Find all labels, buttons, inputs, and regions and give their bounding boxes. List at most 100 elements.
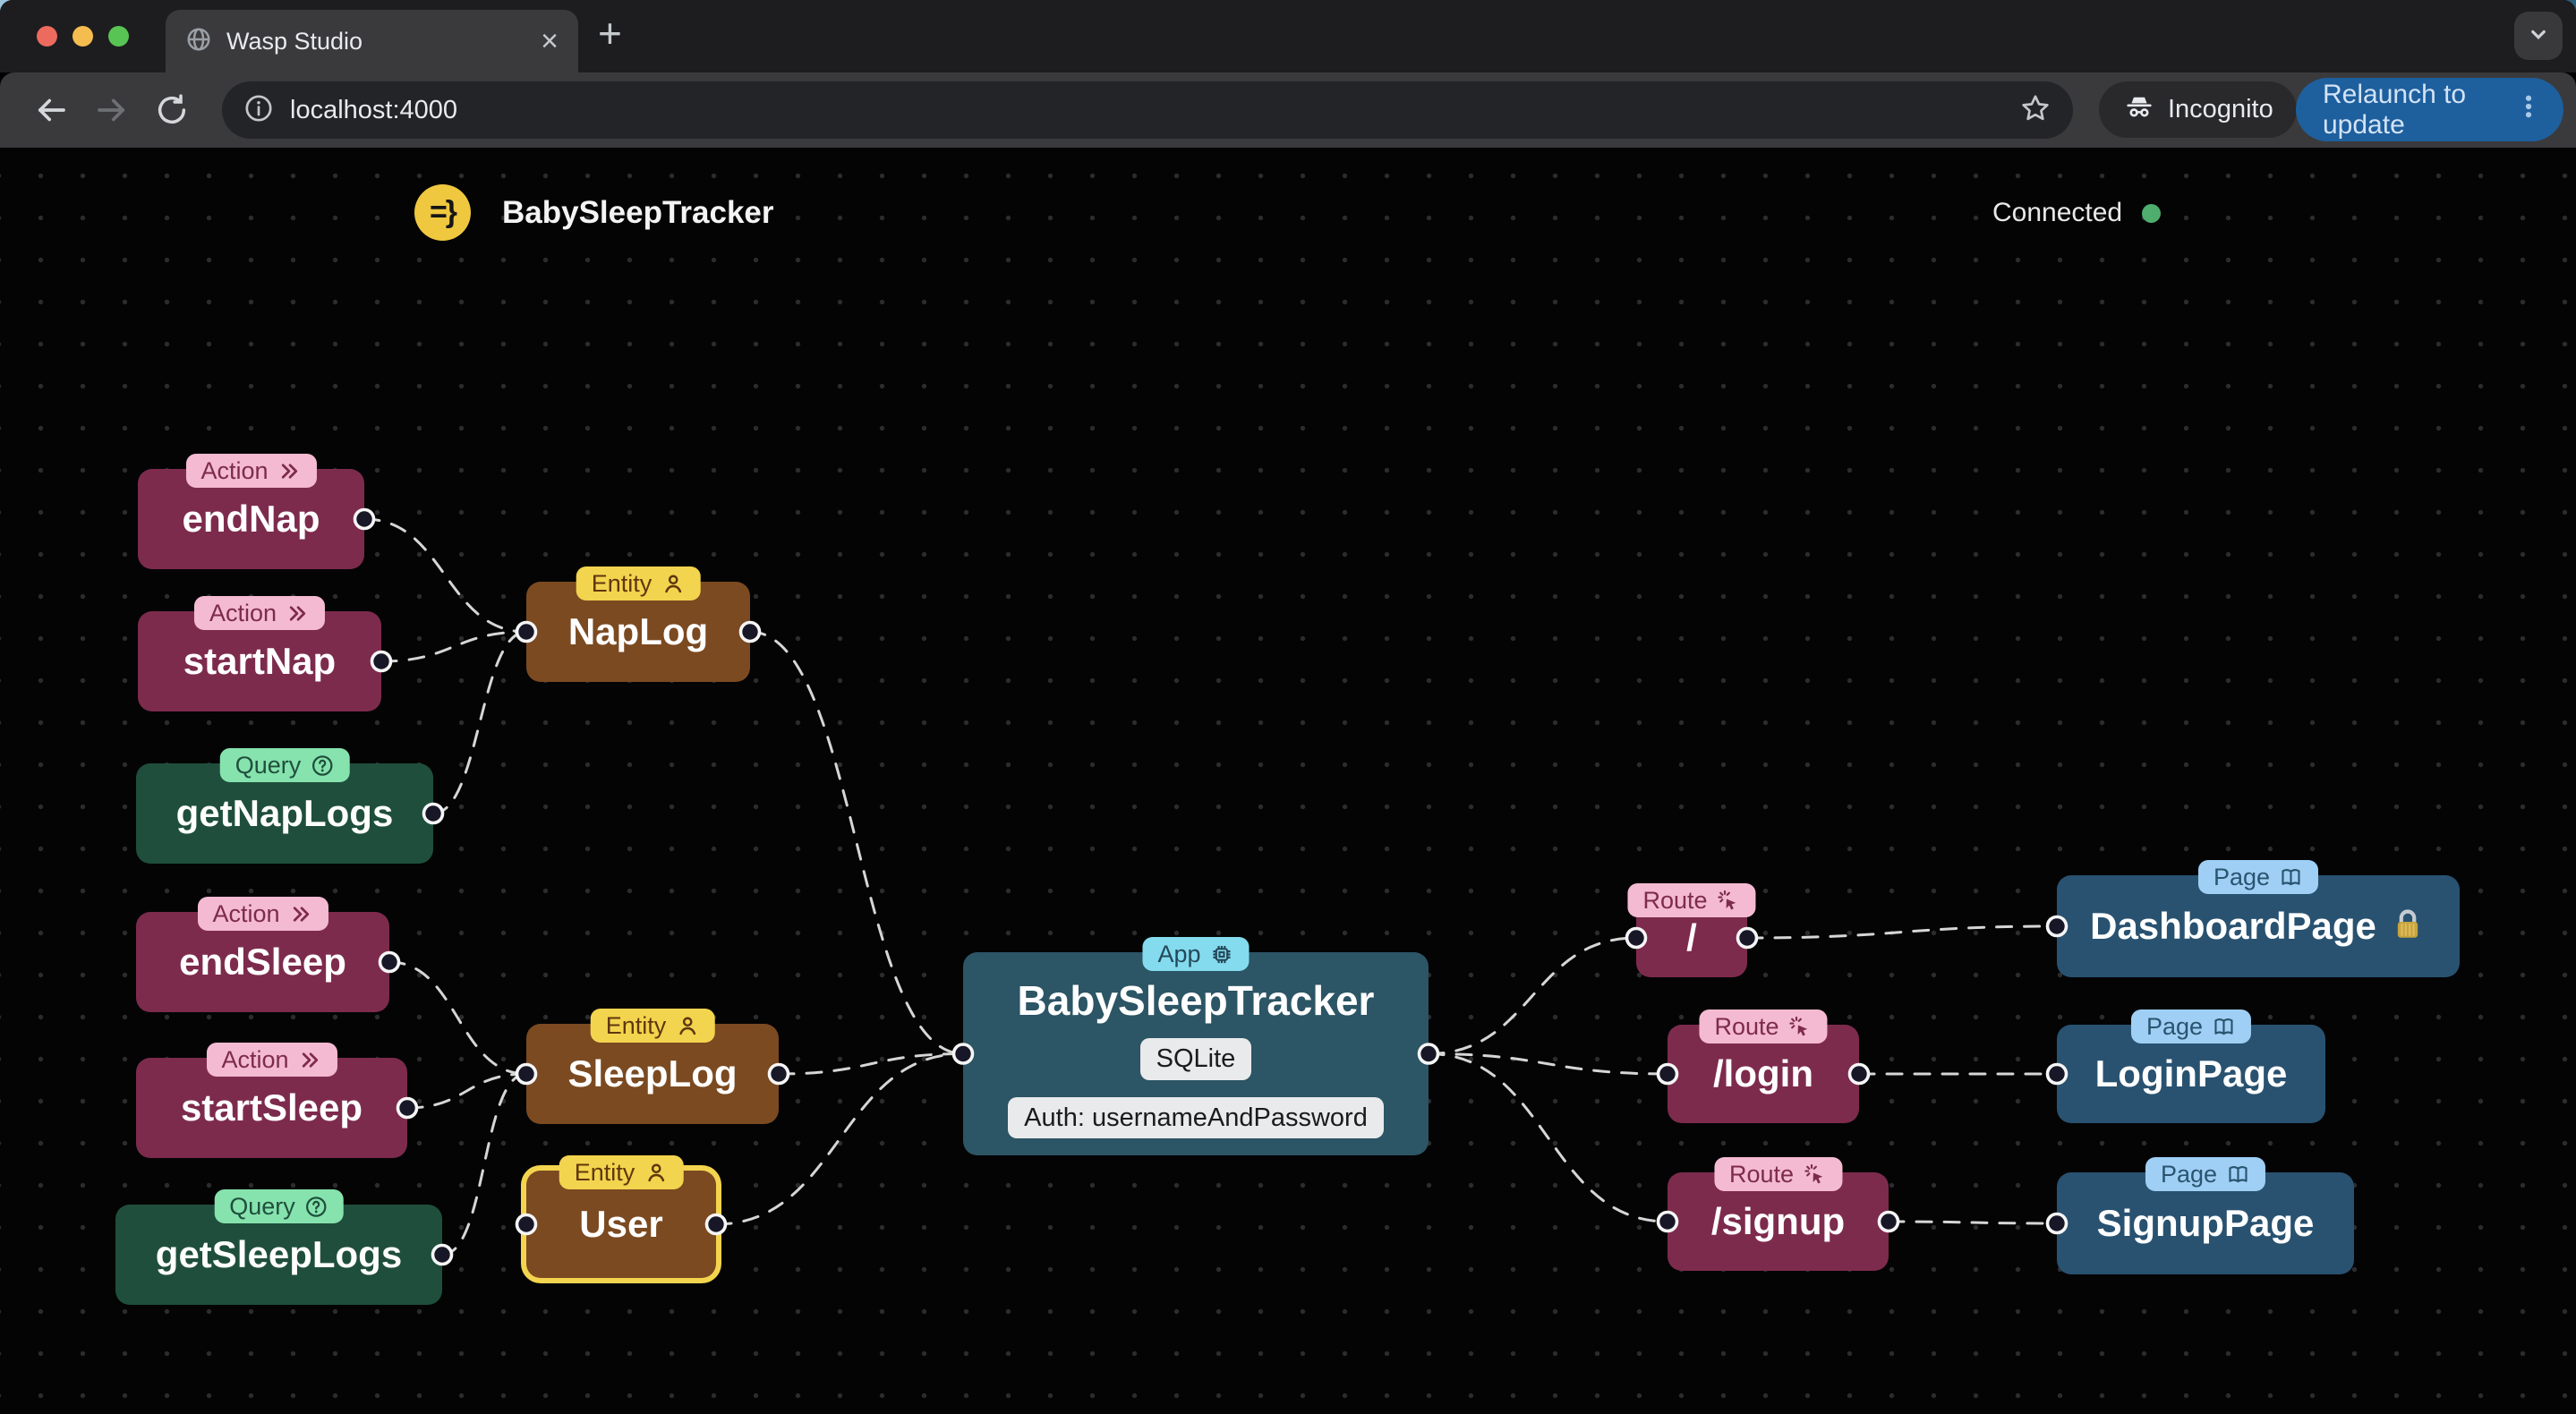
node-getNapLogs[interactable]: Query getNapLogs bbox=[136, 748, 433, 864]
badge-label: Action bbox=[212, 899, 280, 927]
handle-route-root-left[interactable] bbox=[1625, 926, 1648, 950]
handle-getNapLogs-right[interactable] bbox=[422, 802, 445, 825]
handle-User-right[interactable] bbox=[704, 1213, 728, 1236]
handle-LoginPage-left[interactable] bbox=[2045, 1062, 2068, 1086]
node-badge-action: Action bbox=[193, 596, 326, 630]
handle-endNap-right[interactable] bbox=[353, 507, 376, 531]
chip-icon bbox=[1210, 942, 1234, 967]
node-label: SignupPage bbox=[2096, 1202, 2315, 1244]
double-chevron-icon bbox=[298, 1048, 322, 1072]
node-route-signup[interactable]: Route/signup bbox=[1668, 1157, 1889, 1271]
node-label: / bbox=[1686, 916, 1697, 958]
node-LoginPage[interactable]: Page LoginPage bbox=[2057, 1009, 2325, 1123]
badge-label: Entity bbox=[605, 1011, 667, 1039]
node-startSleep[interactable]: Action startSleep bbox=[136, 1043, 407, 1158]
badge-label: Action bbox=[221, 1045, 289, 1073]
handle-SignupPage-left[interactable] bbox=[2045, 1212, 2068, 1235]
badge-label: Page bbox=[2160, 1160, 2218, 1188]
handle-startNap-right[interactable] bbox=[370, 650, 393, 673]
handle-NapLog-left[interactable] bbox=[515, 620, 538, 643]
double-chevron-icon bbox=[289, 902, 313, 926]
handle-App-right[interactable] bbox=[1417, 1043, 1440, 1065]
node-label: User bbox=[579, 1203, 663, 1245]
node-label: DashboardPage bbox=[2090, 905, 2376, 947]
open-book-icon bbox=[2226, 1163, 2250, 1187]
node-badge-query: Query bbox=[214, 1189, 344, 1223]
double-chevron-icon bbox=[286, 601, 310, 626]
badge-label: Route bbox=[1714, 1012, 1779, 1040]
diagram-nodes-layer: Action endNap Action startNap Query getNapLog… bbox=[0, 0, 2576, 1414]
handle-startSleep-right[interactable] bbox=[396, 1096, 419, 1120]
badge-label: Action bbox=[200, 456, 269, 484]
node-User[interactable]: Entity User bbox=[526, 1155, 716, 1278]
node-getSleepLogs[interactable]: Query getSleepLogs bbox=[115, 1189, 442, 1305]
node-label: NapLog bbox=[567, 610, 709, 652]
person-icon bbox=[644, 1161, 668, 1185]
node-label: endNap bbox=[182, 498, 320, 540]
handle-NapLog-right[interactable] bbox=[738, 620, 762, 643]
badge-label: Page bbox=[2213, 863, 2271, 890]
badge-label: Action bbox=[209, 599, 277, 626]
node-badge-app: App bbox=[1142, 937, 1250, 971]
node-label: startSleep bbox=[180, 1086, 363, 1129]
handle-route-login-right[interactable] bbox=[1847, 1062, 1871, 1086]
handle-route-signup-right[interactable] bbox=[1877, 1210, 1900, 1233]
node-pill: Auth: usernameAndPassword bbox=[1008, 1096, 1384, 1138]
handle-route-root-right[interactable] bbox=[1736, 926, 1759, 950]
open-book-icon bbox=[2212, 1015, 2236, 1039]
node-badge-action: Action bbox=[197, 897, 328, 931]
node-endNap[interactable]: Action endNap bbox=[138, 454, 364, 569]
node-NapLog[interactable]: Entity NapLog bbox=[526, 566, 750, 682]
browser-window: Wasp Studio × + localhost:4000 Incognito… bbox=[0, 0, 2576, 1414]
node-label: SleepLog bbox=[567, 1052, 738, 1095]
badge-label: Route bbox=[1728, 1160, 1795, 1188]
question-circle-icon bbox=[310, 754, 334, 778]
lock-icon bbox=[2389, 905, 2427, 949]
node-route-login[interactable]: Route/login bbox=[1668, 1009, 1859, 1123]
cursor-click-icon bbox=[1717, 889, 1741, 913]
node-label: BabySleepTracker bbox=[1017, 977, 1375, 1025]
node-badge-page: Page bbox=[2197, 860, 2319, 894]
node-endSleep[interactable]: Action endSleep bbox=[136, 897, 389, 1012]
badge-label: Entity bbox=[574, 1158, 635, 1186]
node-badge-route: Route bbox=[1699, 1009, 1828, 1043]
double-chevron-icon bbox=[277, 459, 302, 483]
badge-label: Query bbox=[229, 1192, 295, 1220]
node-label: getSleepLogs bbox=[155, 1233, 403, 1275]
handle-SleepLog-left[interactable] bbox=[515, 1062, 538, 1086]
handle-getSleepLogs-right[interactable] bbox=[431, 1243, 454, 1266]
handle-route-signup-left[interactable] bbox=[1656, 1210, 1679, 1233]
node-startNap[interactable]: Action startNap bbox=[138, 596, 381, 711]
node-route-root[interactable]: Route / bbox=[1627, 883, 1756, 977]
handle-route-login-left[interactable] bbox=[1656, 1062, 1679, 1086]
badge-label: Entity bbox=[591, 569, 653, 597]
handle-SleepLog-right[interactable] bbox=[767, 1062, 790, 1086]
person-icon bbox=[675, 1014, 699, 1038]
node-badge-action: Action bbox=[185, 454, 317, 488]
node-badge-action: Action bbox=[206, 1043, 337, 1077]
node-badge-route: Route bbox=[1627, 883, 1756, 917]
node-label: /login bbox=[1713, 1052, 1813, 1095]
handle-endSleep-right[interactable] bbox=[378, 950, 401, 974]
node-label: endSleep bbox=[179, 941, 346, 983]
node-SleepLog[interactable]: Entity SleepLog bbox=[526, 1009, 779, 1124]
node-badge-entity: Entity bbox=[559, 1155, 684, 1189]
node-badge-route: Route bbox=[1713, 1157, 1843, 1191]
node-badge-entity: Entity bbox=[576, 566, 701, 601]
open-book-icon bbox=[2279, 865, 2303, 890]
node-DashboardPage[interactable]: Page DashboardPage bbox=[2057, 860, 2460, 977]
cursor-click-icon bbox=[1788, 1015, 1813, 1039]
node-label: LoginPage bbox=[2094, 1052, 2288, 1095]
node-SignupPage[interactable]: Page SignupPage bbox=[2057, 1157, 2354, 1274]
node-badge-query: Query bbox=[219, 748, 350, 782]
handle-App-left[interactable] bbox=[951, 1043, 975, 1065]
person-icon bbox=[661, 572, 685, 596]
badge-label: Route bbox=[1642, 886, 1708, 914]
handle-User-left[interactable] bbox=[515, 1213, 538, 1236]
node-pill: SQLite bbox=[1139, 1038, 1252, 1080]
node-App[interactable]: App BabySleepTracker SQLite Auth: usernameA… bbox=[963, 937, 1429, 1155]
badge-label: Query bbox=[235, 751, 302, 779]
handle-DashboardPage-left[interactable] bbox=[2045, 915, 2068, 938]
node-badge-page: Page bbox=[2145, 1157, 2266, 1191]
node-badge-page: Page bbox=[2130, 1009, 2252, 1043]
